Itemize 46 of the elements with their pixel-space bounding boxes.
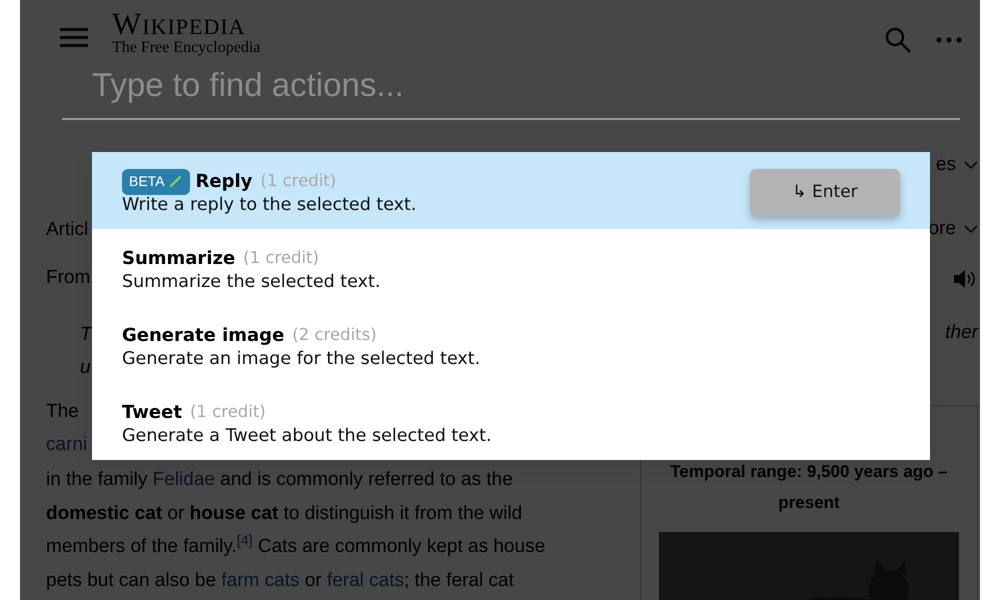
link[interactable]: farm cats <box>221 570 300 590</box>
body-text: pets but can also be farm cats or feral cats; the feral cat <box>46 568 515 592</box>
action-title: Summarize <box>122 247 236 272</box>
action-description: Generate a Tweet about the selected text. <box>122 426 492 448</box>
pencil-icon <box>168 174 183 188</box>
credit-cost: (2 credits) <box>292 324 377 346</box>
body-text: From <box>46 267 90 289</box>
logo-subtitle: The Free Encyclopedia <box>112 39 260 57</box>
logo-title: Wikipedia <box>112 8 246 39</box>
link[interactable]: carni <box>46 434 88 456</box>
enter-button[interactable]: ↳ Enter <box>750 169 900 216</box>
chevron-down-icon[interactable] <box>964 225 978 233</box>
action-title: Generate image <box>122 324 284 348</box>
footnote-link[interactable]: [4] <box>236 532 253 549</box>
search-icon[interactable] <box>884 26 912 54</box>
link[interactable]: feral cats <box>326 570 404 590</box>
credit-cost: (1 credit) <box>190 401 266 424</box>
tab-label[interactable]: es <box>936 153 956 177</box>
action-item[interactable]: Generate image (2 credits) Generate an image for the selected text. <box>92 306 930 383</box>
body-text: T <box>80 324 92 346</box>
speaker-icon[interactable] <box>952 268 978 290</box>
body-text: The <box>46 401 79 423</box>
action-item[interactable]: Tweet (1 credit) Generate a Tweet about the selected text. <box>92 383 930 460</box>
action-description: Write a reply to the selected text. <box>122 195 416 217</box>
body-text: in the family Felidae and is commonly referred to as the <box>46 468 514 492</box>
tab-label[interactable]: ore <box>928 217 956 241</box>
action-item[interactable]: Summarize (1 credit) Summarize the selected text. <box>92 229 930 306</box>
chevron-down-icon[interactable] <box>964 161 978 169</box>
beta-badge: BETA <box>122 168 190 195</box>
credit-cost: (1 credit) <box>260 170 336 192</box>
action-description: Generate an image for the selected text. <box>122 349 480 371</box>
action-title: Tweet <box>122 401 182 426</box>
action-description: Summarize the selected text. <box>122 272 380 294</box>
action-item[interactable]: BETA Reply (1 credit) Write a reply to the selected text. ↳ Enter <box>92 152 930 229</box>
command-input[interactable]: Type to find actions... <box>62 58 960 120</box>
body-text: domestic cat or house cat to distinguish it from the wild <box>46 502 524 526</box>
tab-label[interactable]: Articl <box>46 219 88 241</box>
body-text: ther <box>945 321 978 345</box>
menu-icon[interactable] <box>60 26 88 48</box>
body-text: members of the family.$^{[4]}$ Cats are commonly kept as house <box>46 532 546 559</box>
more-icon[interactable] <box>936 37 962 43</box>
credit-cost: (1 credit) <box>243 247 319 270</box>
body-text: u <box>80 357 91 379</box>
link[interactable]: Felidae <box>152 469 215 490</box>
action-title: Reply <box>196 170 252 194</box>
infobox-caption: Temporal range: 9,500 years ago – present <box>669 461 949 514</box>
